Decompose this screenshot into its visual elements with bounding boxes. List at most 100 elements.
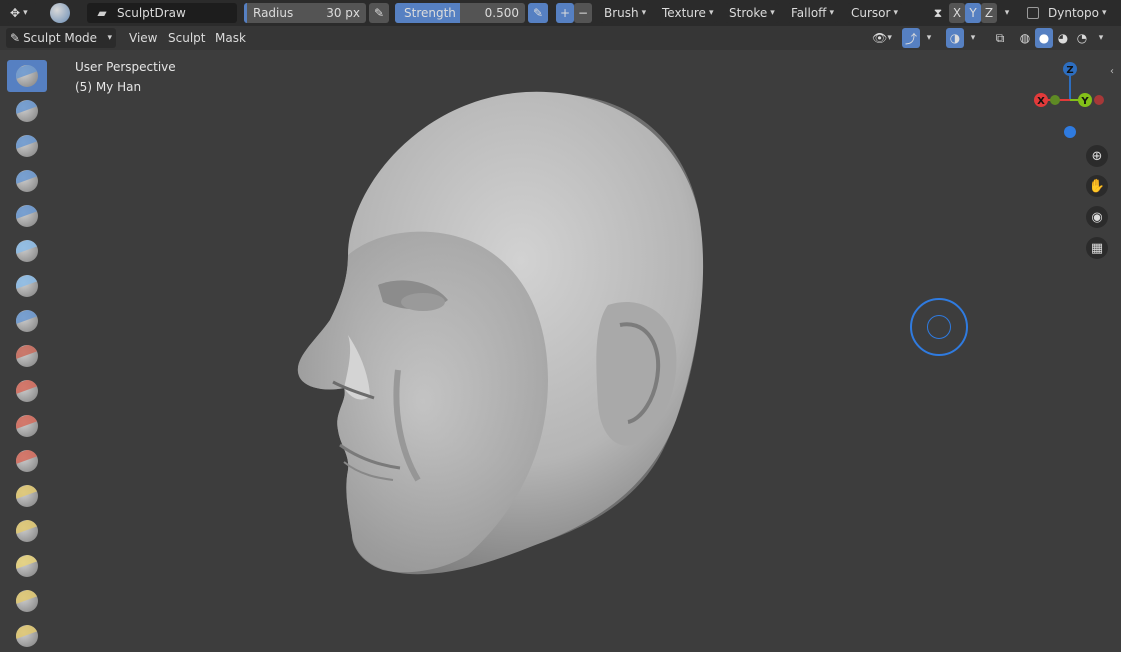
zoom-icon[interactable]: ⊕ bbox=[1086, 145, 1108, 167]
menu-label: Brush bbox=[604, 6, 639, 20]
dyntopo-checkbox[interactable] bbox=[1027, 7, 1039, 19]
axis-label: Z bbox=[984, 6, 994, 20]
solid-shading-button[interactable]: ● bbox=[1035, 28, 1053, 48]
gizmo-neg-y-axis[interactable] bbox=[1050, 95, 1060, 105]
sculpt-mode-icon: ✎ bbox=[10, 31, 21, 45]
tool-thumb-button[interactable] bbox=[7, 585, 47, 617]
strength-field[interactable]: Strength 0.500 bbox=[395, 3, 525, 23]
pinch-brush-icon bbox=[16, 485, 38, 507]
tool-clay-button[interactable] bbox=[7, 130, 47, 162]
cursor-menu[interactable]: Cursor ▾ bbox=[847, 3, 902, 23]
fill-brush-icon bbox=[16, 415, 38, 437]
radius-value: 30 px bbox=[326, 6, 360, 20]
brush-preview-icon[interactable] bbox=[50, 2, 72, 24]
brush-cursor-circle bbox=[910, 298, 968, 356]
brush-datablock-icon: ▰ bbox=[97, 6, 107, 20]
gizmo-dropdown[interactable]: ▾ bbox=[922, 28, 936, 48]
gizmo-neg-x-axis[interactable] bbox=[1094, 95, 1104, 105]
tool-snake-hook-button[interactable] bbox=[7, 550, 47, 582]
brush-cursor-inner-circle bbox=[927, 315, 951, 339]
mode-label: Sculpt Mode bbox=[23, 31, 98, 45]
active-object-label: (5) My Han bbox=[75, 80, 142, 94]
tool-scrape-button[interactable] bbox=[7, 445, 47, 477]
viewport-header: ✎ Sculpt Mode ▾ View Sculpt Mask 👁 ▾ ⤴ ▾ … bbox=[0, 26, 1121, 50]
tool-fill-button[interactable] bbox=[7, 410, 47, 442]
tool-layer-button[interactable] bbox=[7, 200, 47, 232]
perspective-grid-icon[interactable]: ▦ bbox=[1086, 237, 1108, 259]
symmetry-icon[interactable]: ⧗ bbox=[929, 3, 947, 23]
chevron-down-icon: ▾ bbox=[1004, 8, 1010, 18]
chevron-down-icon: ▾ bbox=[23, 8, 28, 18]
menu-label: Cursor bbox=[851, 6, 891, 20]
chevron-down-icon: ▾ bbox=[893, 8, 898, 18]
dyntopo-label: Dyntopo bbox=[1048, 6, 1099, 20]
texture-menu[interactable]: Texture ▾ bbox=[658, 3, 718, 23]
gizmo-icon: ⤴ bbox=[904, 31, 917, 46]
tool-pose-button[interactable] bbox=[7, 620, 47, 652]
tool-clay-strips-button[interactable] bbox=[7, 165, 47, 197]
view-menu[interactable]: View bbox=[125, 30, 161, 46]
symmetry-z-button[interactable]: Z bbox=[981, 3, 997, 23]
chevron-down-icon: ▾ bbox=[887, 33, 892, 43]
radius-pressure-icon[interactable]: ✎ bbox=[369, 3, 389, 23]
sidebar-toggle-icon[interactable]: ‹ bbox=[1110, 66, 1120, 80]
tool-grab-button[interactable] bbox=[7, 515, 47, 547]
gizmo-toggle-button[interactable]: ⤴ bbox=[902, 28, 920, 48]
tool-draw-button[interactable] bbox=[7, 60, 47, 92]
rendered-icon: ◔ bbox=[1076, 31, 1088, 45]
direction-subtract-button[interactable]: − bbox=[574, 3, 592, 23]
chevron-down-icon: ▾ bbox=[641, 8, 647, 18]
chevron-down-icon: ▾ bbox=[970, 33, 976, 43]
brush-menu[interactable]: Brush ▾ bbox=[600, 3, 651, 23]
tool-pinch-button[interactable] bbox=[7, 480, 47, 512]
strength-pressure-icon[interactable]: ✎ bbox=[528, 3, 548, 23]
wireframe-shading-button[interactable]: ◍ bbox=[1016, 28, 1034, 48]
direction-add-button[interactable]: + bbox=[556, 3, 574, 23]
navigation-gizmo[interactable]: Z X Y bbox=[1030, 60, 1110, 140]
tool-draw-sharp-button[interactable] bbox=[7, 95, 47, 127]
symmetry-x-button[interactable]: X bbox=[949, 3, 965, 23]
material-icon: ◕ bbox=[1057, 31, 1069, 45]
menu-label: Mask bbox=[215, 31, 246, 45]
menu-label: View bbox=[129, 31, 158, 45]
axis-label: Y bbox=[969, 6, 977, 20]
mode-selector[interactable]: ✎ Sculpt Mode ▾ bbox=[6, 28, 116, 48]
snake-hook-brush-icon bbox=[16, 555, 38, 577]
shading-dropdown[interactable]: ▾ bbox=[1094, 28, 1108, 48]
sculpt-menu[interactable]: Sculpt bbox=[164, 30, 209, 46]
tool-crease-button[interactable] bbox=[7, 305, 47, 337]
chevron-down-icon: ▾ bbox=[829, 8, 834, 18]
editor-type-selector[interactable]: ✥ ▾ bbox=[6, 3, 38, 23]
tool-inflate-button[interactable] bbox=[7, 235, 47, 267]
stroke-menu[interactable]: Stroke ▾ bbox=[725, 3, 779, 23]
falloff-menu[interactable]: Falloff ▾ bbox=[787, 3, 838, 23]
rendered-shading-button[interactable]: ◔ bbox=[1073, 28, 1091, 48]
dyntopo-dropdown[interactable]: Dyntopo ▾ bbox=[1044, 3, 1111, 23]
symmetry-options-dropdown[interactable]: ▾ bbox=[999, 3, 1015, 23]
overlays-toggle-button[interactable]: ◑ bbox=[946, 28, 964, 48]
inflate-brush-icon bbox=[16, 240, 38, 262]
gizmo-neg-z-axis[interactable] bbox=[1064, 126, 1076, 138]
tool-smooth-button[interactable] bbox=[7, 340, 47, 372]
gizmo-x-label: X bbox=[1037, 96, 1045, 107]
menu-label: Texture bbox=[662, 6, 706, 20]
pan-hand-icon[interactable]: ✋ bbox=[1086, 175, 1108, 197]
xray-toggle-button[interactable]: ⧉ bbox=[991, 28, 1009, 48]
symmetry-y-button[interactable]: Y bbox=[965, 3, 981, 23]
grab-brush-icon bbox=[16, 520, 38, 542]
xray-icon: ⧉ bbox=[995, 30, 1005, 45]
draw-sharp-brush-icon bbox=[16, 100, 38, 122]
chevron-down-icon: ▾ bbox=[1098, 33, 1104, 43]
radius-field[interactable]: Radius 30 px bbox=[244, 3, 366, 23]
brush-name-field[interactable]: ▰ SculptDraw bbox=[87, 3, 237, 23]
chevron-down-icon: ▾ bbox=[926, 33, 932, 43]
tool-settings-header: ✥ ▾ ▰ SculptDraw Radius 30 px ✎ Strength … bbox=[0, 0, 1121, 26]
overlays-dropdown[interactable]: ▾ bbox=[966, 28, 980, 48]
material-shading-button[interactable]: ◕ bbox=[1054, 28, 1072, 48]
tool-blob-button[interactable] bbox=[7, 270, 47, 302]
visibility-dropdown[interactable]: 👁 ▾ bbox=[868, 28, 896, 48]
3d-viewport[interactable]: User Perspective (5) My Han ‹ bbox=[48, 50, 1121, 634]
camera-icon[interactable]: ◉ bbox=[1086, 206, 1108, 228]
tool-flatten-button[interactable] bbox=[7, 375, 47, 407]
mask-menu[interactable]: Mask bbox=[211, 30, 250, 46]
